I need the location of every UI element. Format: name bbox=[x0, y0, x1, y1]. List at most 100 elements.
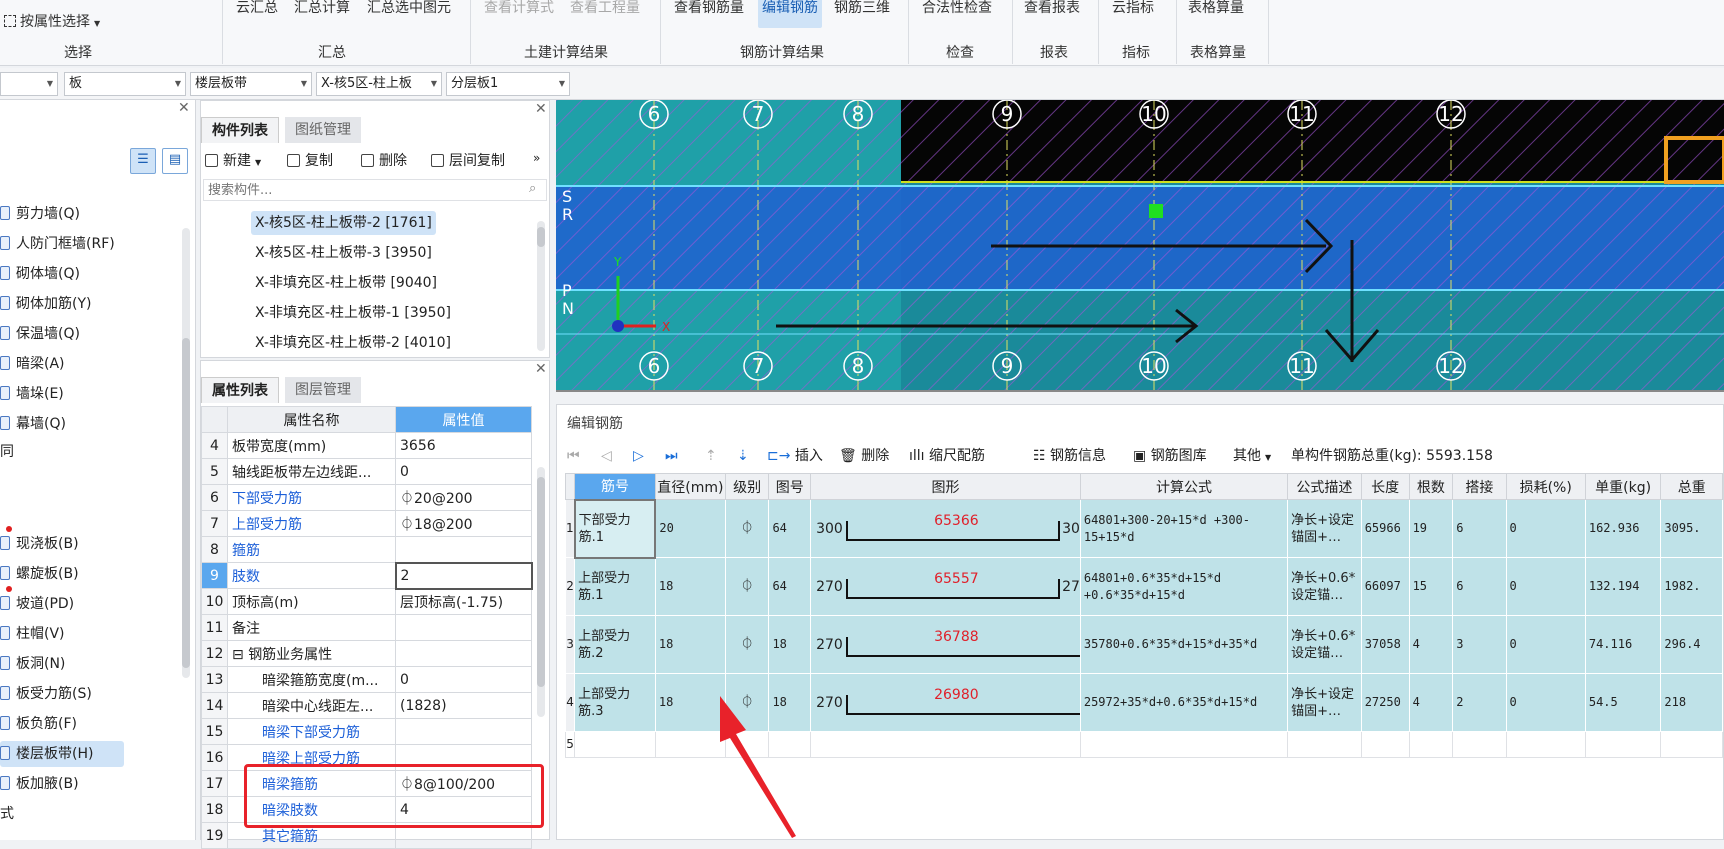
property-value[interactable]: 2 bbox=[394, 561, 533, 590]
column-header[interactable]: 搭接 bbox=[1452, 473, 1507, 500]
empty-cell[interactable] bbox=[1079, 731, 1289, 758]
column-header[interactable]: 损耗(%) bbox=[1505, 473, 1586, 500]
search-input[interactable] bbox=[203, 179, 547, 201]
formula[interactable]: 25972+35*d+0.6*35*d+15*d bbox=[1079, 673, 1289, 732]
column-header[interactable]: 根数 bbox=[1408, 473, 1454, 500]
view-formula-button[interactable]: 查看计算式 bbox=[480, 0, 558, 22]
copy-button[interactable]: 复制 bbox=[287, 149, 333, 173]
property-value[interactable]: 4 bbox=[395, 796, 532, 823]
property-row[interactable]: 17 暗梁箍筋 ⏀8@100/200 bbox=[201, 770, 532, 797]
property-value[interactable] bbox=[395, 744, 532, 771]
unit-weight[interactable]: 162.936 bbox=[1584, 499, 1662, 558]
diameter[interactable]: 18 bbox=[654, 557, 726, 616]
empty-cell[interactable] bbox=[1360, 731, 1410, 758]
rebar-name[interactable]: 下部受力筋.1 bbox=[573, 498, 657, 559]
rebar-row[interactable]: 1下部受力筋.120⏀643006536630064801+300-20+15*… bbox=[564, 498, 1723, 559]
grade[interactable]: ⏀ bbox=[724, 499, 770, 558]
grade[interactable]: ⏀ bbox=[724, 557, 770, 616]
rebar-row[interactable]: 2上部受力筋.118⏀642706555727064801+0.6*35*d+1… bbox=[564, 557, 1723, 616]
property-row[interactable]: 12 ⊟ 钢筋业务属性 bbox=[201, 640, 532, 667]
column-header[interactable]: 直径(mm) bbox=[654, 473, 726, 500]
formula[interactable]: 64801+0.6*35*d+15*d +0.6*35*d+15*d bbox=[1079, 557, 1289, 616]
formula-description[interactable]: 净长+设定锚固+… bbox=[1287, 673, 1362, 732]
column-header[interactable]: 图形 bbox=[810, 473, 1081, 500]
empty-cell[interactable] bbox=[810, 731, 1081, 758]
property-row[interactable]: 18 暗梁肢数 4 bbox=[201, 796, 532, 823]
property-value[interactable]: 0 bbox=[395, 666, 532, 693]
sidebar-item[interactable]: 板加腋(B) bbox=[0, 771, 186, 797]
layer-combo[interactable]: 分层板1 ▼ bbox=[446, 72, 570, 96]
column-header[interactable]: 单重(kg) bbox=[1584, 473, 1662, 500]
loss[interactable]: 0 bbox=[1505, 615, 1586, 674]
lap[interactable]: 2 bbox=[1452, 673, 1507, 732]
sidebar-item[interactable]: 剪力墙(Q) bbox=[0, 201, 186, 227]
empty-cell[interactable] bbox=[1408, 731, 1454, 758]
component-list-item[interactable]: X-非填充区-柱上板带-1 [3950] bbox=[251, 301, 455, 325]
property-value[interactable]: 层顶标高(-1.75) bbox=[395, 588, 532, 615]
sidebar-item[interactable]: 砌体墙(Q) bbox=[0, 261, 186, 287]
empty-cell[interactable] bbox=[1584, 731, 1662, 758]
legality-check-button[interactable]: 合法性检查 bbox=[918, 0, 996, 22]
sidebar-item[interactable]: 幕墙(Q) bbox=[0, 411, 186, 437]
rebar-row[interactable]: 3 上部受力筋.2 18 ⏀ 18 270 36788 35780+0.6*35*d+15*d… bbox=[564, 615, 1723, 674]
column-header[interactable]: 级别 bbox=[724, 473, 770, 500]
length[interactable]: 27250 bbox=[1360, 673, 1410, 732]
selection-grip[interactable] bbox=[1149, 204, 1163, 218]
property-value[interactable] bbox=[395, 536, 532, 563]
delete-button[interactable]: 删除 bbox=[361, 149, 407, 173]
detail-view-icon[interactable]: ▤ bbox=[162, 148, 188, 174]
component-list-item[interactable]: X-非填充区-柱上板带 [9040] bbox=[251, 271, 441, 295]
property-row[interactable]: 11 备注 bbox=[201, 614, 532, 641]
tab-drawing-management[interactable]: 图纸管理 bbox=[285, 117, 361, 143]
unit-weight[interactable]: 74.116 bbox=[1584, 615, 1662, 674]
more-icon[interactable]: » bbox=[533, 151, 540, 165]
property-row[interactable]: 7 上部受力筋 ⏀18@200 bbox=[201, 510, 532, 537]
property-value[interactable] bbox=[395, 822, 532, 849]
component-list-item[interactable]: X-核5区-柱上板带-3 [3950] bbox=[251, 241, 436, 265]
rebar-info-button[interactable]: ☷ 钢筋信息 bbox=[1033, 443, 1106, 469]
summary-calc-button[interactable]: 汇总计算 bbox=[290, 0, 354, 22]
tab-property-list[interactable]: 属性列表 bbox=[201, 377, 279, 403]
view-report-button[interactable]: 查看报表 bbox=[1020, 0, 1084, 22]
scale-rebar-button[interactable]: ıllı 缩尺配筋 bbox=[909, 443, 985, 469]
component-list-item[interactable]: X-核5区-柱上板带-2 [1761] bbox=[251, 211, 436, 235]
rebar-name[interactable]: 上部受力筋.1 bbox=[574, 557, 656, 616]
close-icon[interactable]: ✕ bbox=[535, 101, 547, 117]
count[interactable]: 4 bbox=[1408, 673, 1454, 732]
sidebar-item[interactable]: 人防门框墙(RF) bbox=[0, 231, 186, 257]
column-header[interactable]: 筋号 bbox=[574, 473, 656, 500]
element-name-combo[interactable]: X-核5区-柱上板 ▼ bbox=[316, 72, 442, 96]
sidebar-item[interactable]: 同 bbox=[0, 439, 186, 465]
formula[interactable]: 64801+300-20+15*d +300-15+15*d bbox=[1079, 499, 1289, 558]
delete-rebar-button[interactable]: 🗑 删除 bbox=[839, 443, 889, 469]
column-header[interactable]: 计算公式 bbox=[1079, 473, 1289, 500]
sidebar-item[interactable]: 保温墙(Q) bbox=[0, 321, 186, 347]
count[interactable]: 19 bbox=[1408, 499, 1454, 558]
sidebar-item[interactable]: 暗梁(A) bbox=[0, 351, 186, 377]
empty-cell[interactable] bbox=[1452, 731, 1507, 758]
empty-cell[interactable] bbox=[1505, 731, 1586, 758]
length[interactable]: 66097 bbox=[1360, 557, 1410, 616]
move-up-icon[interactable]: ⇡ bbox=[705, 443, 717, 469]
rebar-shape[interactable]: 300 65366 300 bbox=[810, 499, 1081, 558]
count[interactable]: 4 bbox=[1408, 615, 1454, 674]
other-menu-button[interactable]: 其他 ▼ bbox=[1233, 443, 1271, 469]
property-row[interactable]: 4 板带宽度(mm) 3656 bbox=[201, 432, 532, 459]
collapse-icon[interactable]: ⊟ bbox=[232, 647, 248, 663]
lap[interactable]: 3 bbox=[1452, 615, 1507, 674]
view-rebar-qty-button[interactable]: 查看钢筋量 bbox=[670, 0, 748, 22]
new-component-button[interactable]: 新建 ▼ bbox=[205, 149, 261, 173]
rebar-library-button[interactable]: ▣ 钢筋图库 bbox=[1133, 443, 1207, 469]
unit-weight[interactable]: 132.194 bbox=[1584, 557, 1662, 616]
drawing-canvas[interactable]: Y X S R P N 5566778899101011111212 bbox=[556, 100, 1724, 392]
property-value[interactable]: 3656 bbox=[395, 432, 532, 459]
rebar-shape[interactable]: 270 36788 bbox=[810, 615, 1081, 674]
grade[interactable]: ⏀ bbox=[724, 615, 770, 674]
sidebar-item[interactable]: 墙垛(E) bbox=[0, 381, 186, 407]
close-icon[interactable]: ✕ bbox=[178, 100, 190, 116]
prev-record-icon[interactable]: ◁ bbox=[601, 443, 612, 469]
length[interactable]: 37058 bbox=[1360, 615, 1410, 674]
lap[interactable]: 6 bbox=[1452, 499, 1507, 558]
formula-description[interactable]: 净长+0.6*设定锚… bbox=[1287, 557, 1362, 616]
list-view-icon[interactable]: ☰ bbox=[130, 148, 156, 174]
